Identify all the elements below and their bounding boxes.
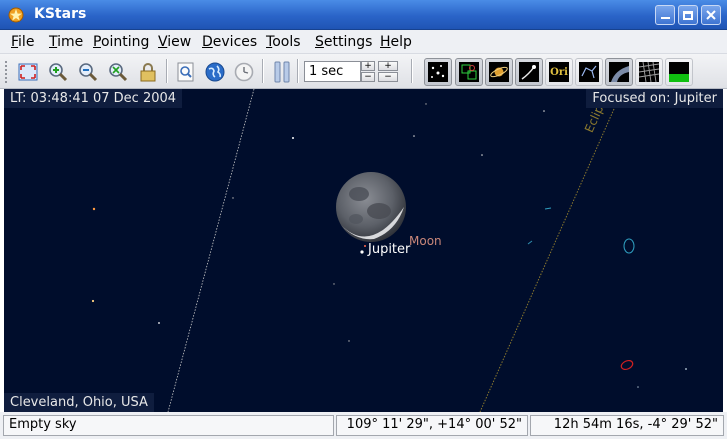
location-display: Cleveland, Ohio, USA [4,393,154,412]
menu-time[interactable]: Time [49,34,83,50]
deep-sky-icon [461,64,477,80]
minimize-button[interactable] [655,5,675,25]
time-step-up-button[interactable]: + [361,61,375,71]
time-step-down-button[interactable]: − [361,72,375,82]
kstars-app-icon [8,7,24,23]
horizon-icon [669,74,689,82]
menu-help[interactable]: Help [380,34,412,50]
ecliptic-line [479,108,615,412]
pause-clock-button[interactable] [269,59,295,85]
pause-icon [274,61,290,83]
local-time-display: LT: 03:48:41 07 Dec 2004 [4,89,183,108]
lock-icon [140,63,156,82]
moon-marker [364,245,366,247]
constellation-lines-icon [581,65,597,79]
maximize-icon [683,10,693,20]
zoom-out-button[interactable] [75,59,101,85]
lock-button[interactable] [135,59,161,85]
comet-icon [521,65,536,80]
menu-bar: File Time Pointing View Devices Tools Se… [0,30,727,54]
toggle-constellation-names-button[interactable]: Ori [545,58,573,86]
menu-file[interactable]: File [11,34,34,50]
focus-display: Focused on: Jupiter [586,89,723,108]
clock-icon [234,62,254,82]
milky-way-icon [611,66,629,82]
status-object: Empty sky [3,415,334,436]
zoom-in-button[interactable] [45,59,71,85]
close-icon [706,10,716,20]
toolbar-separator [411,59,413,83]
close-button[interactable] [701,5,721,25]
toolbar-grip[interactable] [4,60,8,84]
zoom-in-icon [49,63,68,82]
fullscreen-icon [18,63,38,81]
sky-map[interactable]: Ecliptic Moon Jupiter LT: 03:48:41 07 De… [4,89,723,412]
menu-settings[interactable]: Settings [315,34,372,50]
toggle-planets-button[interactable] [485,58,513,86]
toolbar-separator [297,59,299,83]
saturn-icon [490,66,508,78]
zoom-out-icon [79,63,98,82]
menu-pointing[interactable]: Pointing [93,34,149,50]
find-object-button[interactable] [173,59,199,85]
time-unit-up-button[interactable]: + [378,61,398,71]
jupiter-marker[interactable] [360,250,364,254]
toggle-comets-button[interactable] [515,58,543,86]
toggle-deep-sky-button[interactable] [455,58,483,86]
celestial-equator-line [167,89,255,412]
geo-location-button[interactable] [202,59,228,85]
status-altaz-coordinates: 109° 11' 29", +14° 00' 52" [336,415,528,436]
moon[interactable] [336,172,406,242]
toggle-constellation-lines-button[interactable] [575,58,603,86]
main-toolbar: + − + − Ori [0,54,727,89]
status-radec-coordinates: 12h 54m 16s, -4° 29' 52" [530,415,724,436]
title-bar: KStars [0,0,727,30]
deep-sky-objects [527,207,635,371]
toolbar-separator [166,59,168,83]
zoom-fit-button[interactable] [105,59,131,85]
toolbar-separator [262,59,264,83]
toggle-milky-way-button[interactable] [605,58,633,86]
maximize-button[interactable] [678,5,698,25]
status-bar: Empty sky 109° 11' 29", +14° 00' 52" 12h… [0,412,727,439]
sky-map-canvas [91,89,687,412]
moon-label: Moon [409,234,442,248]
time-step-input[interactable]: 1 sec [304,61,361,82]
window-title: KStars [34,6,87,22]
zoom-fit-icon [109,63,128,82]
toggle-stars-button[interactable] [424,58,452,86]
jupiter-label: Jupiter [368,242,411,257]
set-time-button[interactable] [231,59,257,85]
constellation-names-icon: Ori [550,66,568,78]
menu-view[interactable]: View [158,34,191,50]
toggle-horizon-button[interactable] [665,58,693,86]
find-icon [177,62,194,82]
menu-devices[interactable]: Devices [202,34,257,50]
globe-icon [205,62,225,82]
time-unit-down-button[interactable]: − [378,72,398,82]
menu-tools[interactable]: Tools [266,34,301,50]
grid-icon [639,62,659,82]
zoom-default-button[interactable] [15,59,41,85]
toggle-coordinate-grid-button[interactable] [635,58,663,86]
minimize-icon [660,17,670,19]
stars-icon [431,65,445,78]
